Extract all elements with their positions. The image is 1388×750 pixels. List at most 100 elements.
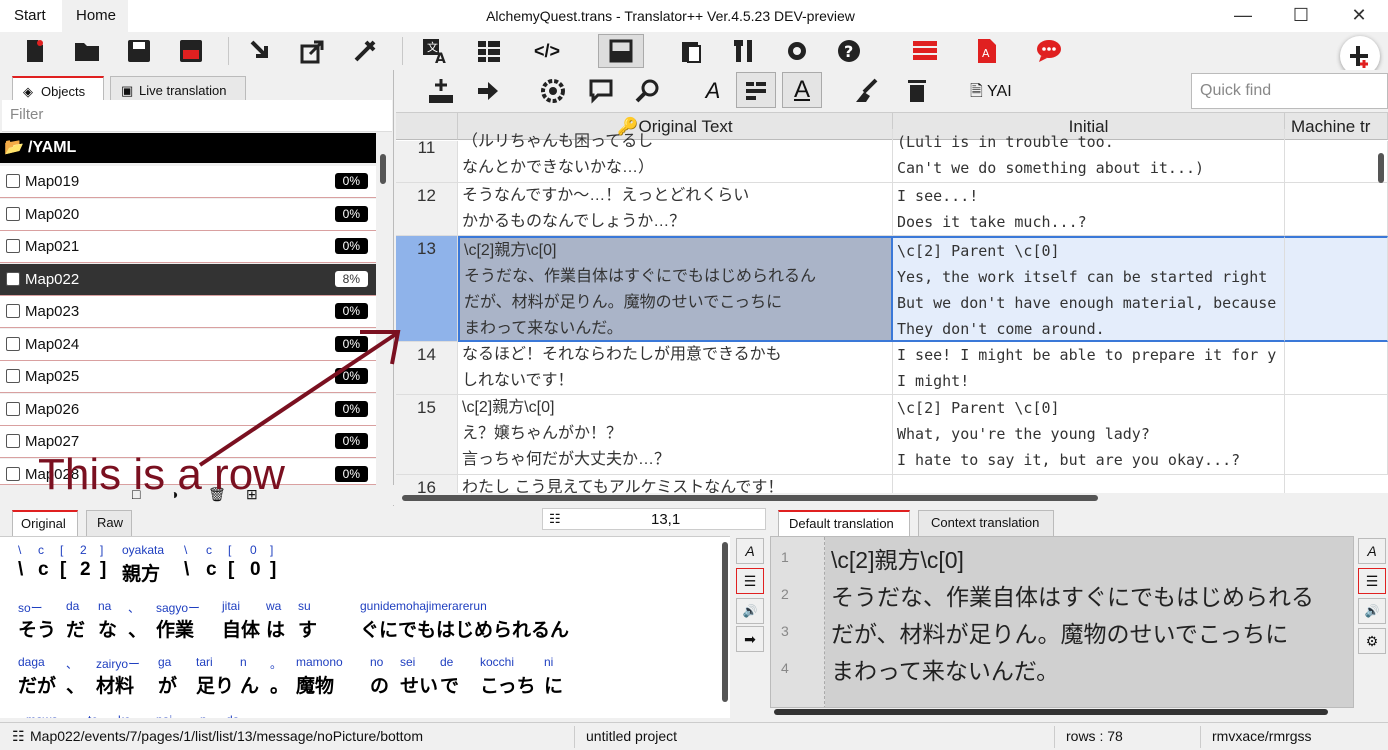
clipboard-icon[interactable] (676, 36, 706, 66)
cell-settings-icon[interactable] (538, 76, 568, 106)
list-item[interactable]: Map019 0% (0, 166, 376, 198)
tab-context-translation[interactable]: Context translation (918, 510, 1054, 536)
font-style-icon[interactable]: A (1358, 538, 1386, 564)
arrow-right-icon[interactable]: ➡ (736, 626, 764, 652)
cell-initial[interactable]: I see...! Does it take much...? (893, 183, 1285, 236)
translate-red-icon[interactable]: A (972, 36, 1002, 66)
furigana-base: c (206, 559, 217, 580)
delete-icon[interactable] (902, 76, 932, 106)
clear-icon[interactable] (852, 76, 882, 106)
cell-original[interactable]: なるほど！それならわたしが用意できるかも しれないです！ (458, 342, 893, 395)
tools-icon[interactable] (730, 36, 760, 66)
checkbox[interactable] (6, 207, 20, 221)
furigana-ruby: mawa (26, 713, 58, 718)
tab-original[interactable]: Original (12, 510, 78, 536)
new-project-icon[interactable] (20, 36, 50, 66)
cell-machine[interactable] (1285, 342, 1388, 395)
font-style-icon[interactable]: A (698, 76, 728, 106)
gear-icon[interactable]: ⚙ (1358, 628, 1386, 654)
list-red-icon[interactable] (910, 36, 940, 66)
translation-editor[interactable]: 1 \c[2]親方\c[0] 2 そうだな、作業自体はすぐにでもはじめられる 3 だが… (770, 536, 1354, 708)
chat-icon[interactable] (1034, 36, 1064, 66)
scrollbar-thumb[interactable] (380, 154, 386, 184)
code-icon[interactable]: </> (532, 36, 562, 66)
checkbox[interactable] (6, 239, 20, 253)
hscroll-thumb[interactable] (402, 495, 1098, 501)
yaml-label: YAI (987, 83, 1012, 100)
inject-icon[interactable] (350, 36, 380, 66)
cell-machine[interactable] (1285, 183, 1388, 236)
wrap-text-icon[interactable]: ☰ (1358, 568, 1386, 594)
checkbox[interactable] (6, 337, 20, 351)
checkbox[interactable] (6, 434, 20, 448)
open-folder-icon[interactable] (72, 36, 102, 66)
cell-machine[interactable] (1285, 236, 1388, 342)
settings-icon[interactable] (782, 36, 812, 66)
search-icon[interactable] (632, 76, 662, 106)
cell-reference-box[interactable]: ☷ 13,1 (542, 508, 766, 530)
cell-original[interactable]: （ルリちゃんも困ってるし なんとかできないかな…） (458, 129, 893, 183)
checkbox[interactable] (6, 304, 20, 318)
cell-machine[interactable] (1285, 395, 1388, 475)
cell-machine[interactable] (1285, 141, 1388, 183)
grid-scrollbar-thumb[interactable] (1378, 153, 1384, 183)
minimize-icon[interactable]: — (1214, 0, 1272, 32)
cell-initial[interactable]: (Luli is in trouble too. Can't we do som… (893, 129, 1285, 183)
help-icon[interactable]: ? (834, 36, 864, 66)
speaker-icon[interactable]: 🔊 (736, 598, 764, 624)
checkbox[interactable] (6, 272, 20, 286)
furigana-base: で (440, 676, 460, 697)
furigana-base: \ (184, 559, 190, 580)
grid-hscroll[interactable] (398, 494, 1388, 504)
save-as-icon[interactable] (176, 36, 206, 66)
tab-raw[interactable]: Raw (86, 510, 132, 536)
cell-original[interactable]: わたし こう見えてもアルケミストなんです！ (458, 475, 893, 493)
save-icon[interactable] (124, 36, 154, 66)
checkbox[interactable] (6, 467, 20, 481)
furigana-base: だが (18, 676, 57, 697)
furigana-base: 、 (128, 620, 148, 641)
font-icon[interactable]: A (782, 72, 822, 108)
translate-icon[interactable]: 文A (420, 36, 450, 66)
panel-toggle-icon[interactable] (598, 34, 644, 68)
yaml-file-label[interactable]: 🗎 YAI (970, 80, 1012, 107)
furigana-base: ] (270, 559, 277, 580)
list-item[interactable]: Map020 0% (0, 199, 376, 231)
cell-original[interactable]: \c[2]親方\c[0] え？嬢ちゃんがか！？ 言っちゃ何だが大丈夫か…？ (458, 395, 893, 475)
filter-input[interactable]: Filter (2, 100, 392, 132)
cell-original[interactable]: \c[2]親方\c[0] そうだな、作業自体はすぐにでもはじめられるん だが、材… (458, 236, 893, 342)
cell-initial[interactable]: \c[2] Parent \c[0] Yes, the work itself … (893, 236, 1285, 342)
list-item[interactable]: Map021 0% (0, 231, 376, 263)
font-style-icon[interactable]: A (736, 538, 764, 564)
toolbar-divider (402, 37, 403, 65)
column-machine-header[interactable]: Machine tr (1285, 113, 1388, 140)
go-to-icon[interactable] (474, 76, 504, 106)
checkbox[interactable] (6, 174, 20, 188)
import-icon[interactable] (246, 36, 276, 66)
progress-badge: 0% (334, 206, 368, 222)
tab-default-translation[interactable]: Default translation (778, 510, 910, 536)
svg-text:A: A (982, 47, 990, 60)
list-item-selected[interactable]: Map022 8% (0, 264, 376, 296)
speaker-icon[interactable]: 🔊 (1358, 598, 1386, 624)
checkbox[interactable] (6, 402, 20, 416)
maximize-icon[interactable]: ☐ (1272, 0, 1330, 32)
map-name: Map025 (25, 368, 80, 385)
cell-initial[interactable]: \c[2] Parent \c[0] What, you're the youn… (893, 395, 1285, 475)
export-icon[interactable] (298, 36, 328, 66)
layout-icon[interactable] (474, 36, 504, 66)
wrap-text-icon[interactable]: ☰ (736, 568, 764, 594)
checkbox[interactable] (6, 369, 20, 383)
svg-text:?: ? (844, 42, 853, 61)
editor-hscroll[interactable] (774, 709, 1328, 715)
quick-find-input[interactable]: Quick find (1191, 73, 1388, 109)
cell-initial[interactable]: I see! I might be able to prepare it for… (893, 342, 1285, 395)
folder-yaml[interactable]: 📂/YAML (0, 133, 376, 163)
comment-icon[interactable] (586, 76, 616, 106)
close-icon[interactable]: ✕ (1330, 0, 1388, 32)
wrap-text-icon[interactable] (736, 72, 776, 108)
viewer-scrollbar[interactable] (722, 542, 728, 702)
cell-initial[interactable] (893, 475, 1285, 493)
insert-row-icon[interactable] (426, 76, 456, 106)
cell-original[interactable]: そうなんですか～…！えっとどれくらい かかるものなんでしょうか…？ (458, 183, 893, 236)
